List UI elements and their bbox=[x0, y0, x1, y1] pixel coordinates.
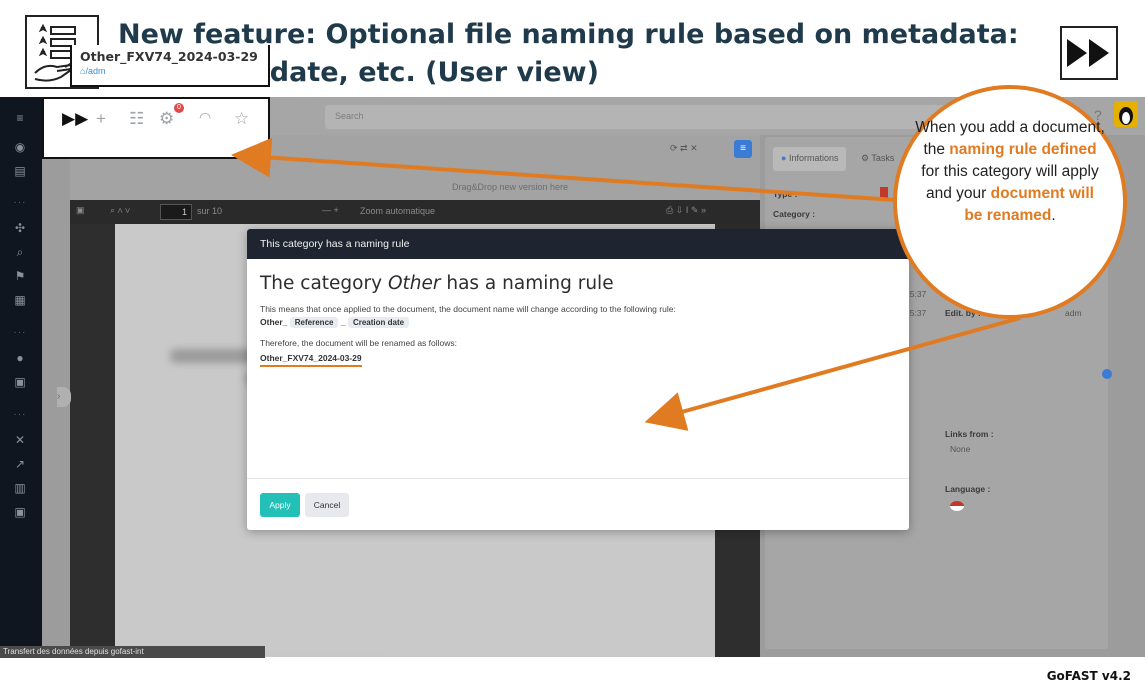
status-bar: Transfert des données depuis gofast-int bbox=[0, 646, 265, 658]
callout-bubble: When you add a document, the naming rule… bbox=[893, 85, 1127, 319]
version-label: GoFAST v4.2 bbox=[1046, 669, 1131, 683]
callout-text: When you add a document, the naming rule… bbox=[915, 119, 1105, 224]
